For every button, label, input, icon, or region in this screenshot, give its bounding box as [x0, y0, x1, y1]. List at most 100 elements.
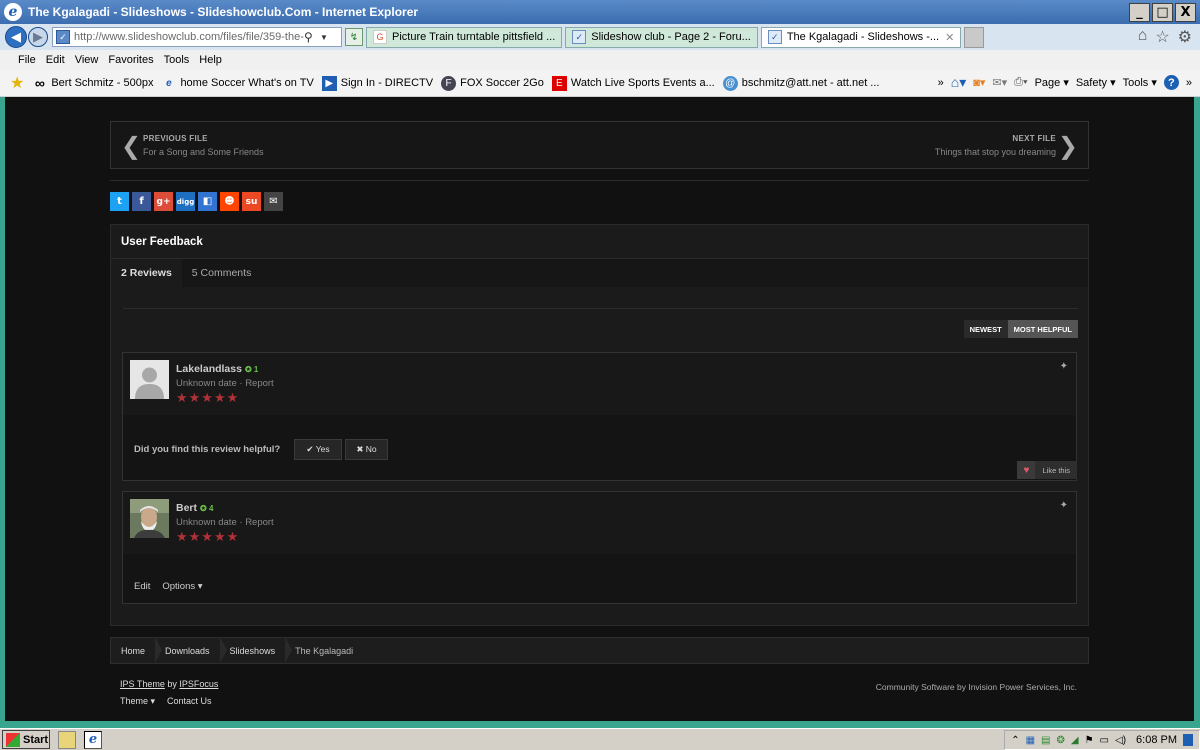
- favorite-espn[interactable]: E Watch Live Sports Events a...: [551, 75, 715, 91]
- clock[interactable]: 6:08 PM: [1136, 734, 1177, 746]
- back-button[interactable]: ◀: [5, 26, 27, 48]
- print-icon[interactable]: ⎙▾: [1014, 76, 1027, 89]
- chevron-up-icon[interactable]: ⌃: [1011, 735, 1019, 746]
- flag-icon[interactable]: ⚑: [1085, 735, 1094, 746]
- display-icon[interactable]: ▭: [1100, 735, 1109, 746]
- folder-icon[interactable]: [58, 730, 76, 749]
- star-rating: ★★★★★: [176, 530, 240, 545]
- share-icon[interactable]: ✦: [1060, 361, 1068, 372]
- network-icon[interactable]: ◢: [1071, 735, 1079, 746]
- rss-icon[interactable]: ◙▾: [973, 76, 985, 89]
- powered-by[interactable]: Community Software by Invision Power Ser…: [876, 682, 1077, 692]
- delicious-share-button[interactable]: ◧: [198, 192, 217, 211]
- theme-menu[interactable]: Theme ▾: [120, 696, 155, 707]
- menu-help[interactable]: Help: [199, 54, 222, 66]
- windows-logo-icon: [6, 732, 20, 747]
- page-menu[interactable]: Page ▾: [1035, 76, 1069, 89]
- edit-button[interactable]: Edit: [134, 581, 150, 592]
- menu-file[interactable]: File: [18, 54, 36, 66]
- tools-menu[interactable]: Tools ▾: [1123, 76, 1157, 89]
- favorite-att-mail[interactable]: @ bschmitz@att.net - att.net ...: [722, 75, 879, 91]
- tab-comments[interactable]: 5 Comments: [182, 259, 262, 287]
- chevron-right-icon[interactable]: ❯: [1058, 132, 1078, 160]
- volume-icon[interactable]: ◁): [1115, 735, 1126, 746]
- ie-page-icon: e: [166, 77, 172, 89]
- google-plus-share-button[interactable]: g+: [154, 192, 173, 211]
- menu-tools[interactable]: Tools: [164, 54, 190, 66]
- file-navigation: ❮ PREVIOUS FILE For a Song and Some Frie…: [110, 121, 1089, 169]
- stumbleupon-share-button[interactable]: su: [242, 192, 261, 211]
- divider: [123, 308, 1078, 309]
- favorite-bert-500px[interactable]: ∞ Bert Schmitz - 500px: [32, 75, 154, 91]
- favorites-star-icon[interactable]: ☆: [1155, 27, 1169, 47]
- spotify-icon[interactable]: ▤: [1041, 735, 1050, 746]
- tab-kgalagadi[interactable]: ✓ The Kgalagadi - Slideshows -... ✕: [760, 26, 962, 48]
- helpful-yes-button[interactable]: ✔ Yes: [294, 439, 342, 460]
- minimize-button[interactable]: _: [1129, 3, 1150, 22]
- home-icon[interactable]: ⌂▾: [951, 74, 966, 91]
- options-menu[interactable]: Options ▾: [162, 581, 202, 592]
- tab-label: Picture Train turntable pittsfield ...: [392, 31, 556, 43]
- new-tab-button[interactable]: [964, 26, 985, 48]
- ipsfocus-link[interactable]: IPSFocus: [179, 679, 218, 689]
- internet-explorer-icon[interactable]: e: [84, 730, 102, 749]
- sort-most-helpful-button[interactable]: MOST HELPFUL: [1007, 320, 1078, 338]
- digg-share-button[interactable]: digg: [176, 192, 195, 211]
- report-link[interactable]: Report: [245, 517, 274, 528]
- reddit-share-button[interactable]: ☻: [220, 192, 239, 211]
- show-desktop-button[interactable]: [1183, 734, 1193, 746]
- review-author[interactable]: Bert: [176, 502, 197, 514]
- gear-icon[interactable]: ⚙: [1178, 27, 1192, 47]
- maximize-button[interactable]: □: [1152, 3, 1173, 22]
- sync-icon[interactable]: ❂: [1056, 735, 1064, 746]
- avatar[interactable]: [130, 499, 169, 538]
- close-tab-icon[interactable]: ✕: [945, 31, 954, 44]
- breadcrumb-slideshows[interactable]: Slideshows: [220, 637, 292, 664]
- breadcrumb-downloads[interactable]: Downloads: [155, 637, 227, 664]
- favorite-home-soccer[interactable]: e home Soccer What's on TV: [161, 76, 314, 91]
- ips-theme-link[interactable]: IPS Theme: [120, 679, 165, 689]
- twitter-share-button[interactable]: t: [110, 192, 129, 211]
- close-button[interactable]: X: [1175, 3, 1196, 22]
- menu-view[interactable]: View: [75, 54, 99, 66]
- sort-newest-button[interactable]: NEWEST: [963, 320, 1008, 338]
- next-file-link[interactable]: Things that stop you dreaming: [935, 147, 1056, 157]
- menu-edit[interactable]: Edit: [46, 54, 65, 66]
- reputation-badge: ✪ 1: [244, 365, 259, 374]
- chevron-down-icon[interactable]: ▼: [320, 33, 332, 42]
- search-icon[interactable]: ⚲: [304, 30, 320, 44]
- tab-slideshow-club[interactable]: ✓ Slideshow club - Page 2 - Foru...: [565, 26, 758, 48]
- email-share-button[interactable]: ✉: [264, 192, 283, 211]
- tab-reviews[interactable]: 2 Reviews: [111, 259, 182, 287]
- windows-icon[interactable]: ▦: [1026, 735, 1035, 746]
- tab-picture-train[interactable]: G Picture Train turntable pittsfield ...: [366, 26, 563, 48]
- chevron-left-icon[interactable]: ❮: [121, 132, 141, 160]
- review-author[interactable]: Lakelandlass: [176, 363, 242, 375]
- facebook-share-button[interactable]: f: [132, 192, 151, 211]
- safety-menu[interactable]: Safety ▾: [1076, 76, 1116, 89]
- previous-file-link[interactable]: For a Song and Some Friends: [143, 147, 264, 157]
- breadcrumb-home[interactable]: Home: [111, 637, 163, 664]
- forward-button[interactable]: ▶: [28, 27, 48, 47]
- favorite-fox-soccer[interactable]: F FOX Soccer 2Go: [441, 75, 544, 91]
- share-icon[interactable]: ✦: [1060, 500, 1068, 511]
- chevron-right-icon[interactable]: »: [938, 77, 944, 89]
- start-button[interactable]: Start: [2, 730, 50, 749]
- address-bar[interactable]: ✓ http://www.slideshowclub.com/files/fil…: [52, 27, 342, 47]
- favorite-directv[interactable]: ▶ Sign In - DIRECTV: [321, 75, 433, 91]
- avatar[interactable]: [130, 360, 169, 399]
- compatibility-view-icon[interactable]: ↯: [345, 28, 363, 46]
- mail-icon[interactable]: ✉▾: [992, 76, 1007, 89]
- chevron-right-icon[interactable]: »: [1186, 77, 1192, 89]
- contact-us-link[interactable]: Contact Us: [167, 696, 212, 707]
- menu-favorites[interactable]: Favorites: [108, 54, 153, 66]
- helpful-no-button[interactable]: ✖ No: [345, 439, 388, 460]
- like-button[interactable]: ♥ Like this: [1017, 461, 1077, 479]
- favorites-star-icon[interactable]: ★: [10, 73, 24, 93]
- home-icon[interactable]: ⌂: [1138, 27, 1148, 47]
- credit-by: by: [167, 679, 177, 689]
- espn-icon: E: [551, 75, 567, 91]
- help-icon[interactable]: ?: [1163, 75, 1179, 90]
- report-link[interactable]: Report: [245, 378, 274, 389]
- address-url[interactable]: http://www.slideshowclub.com/files/file/…: [74, 31, 304, 43]
